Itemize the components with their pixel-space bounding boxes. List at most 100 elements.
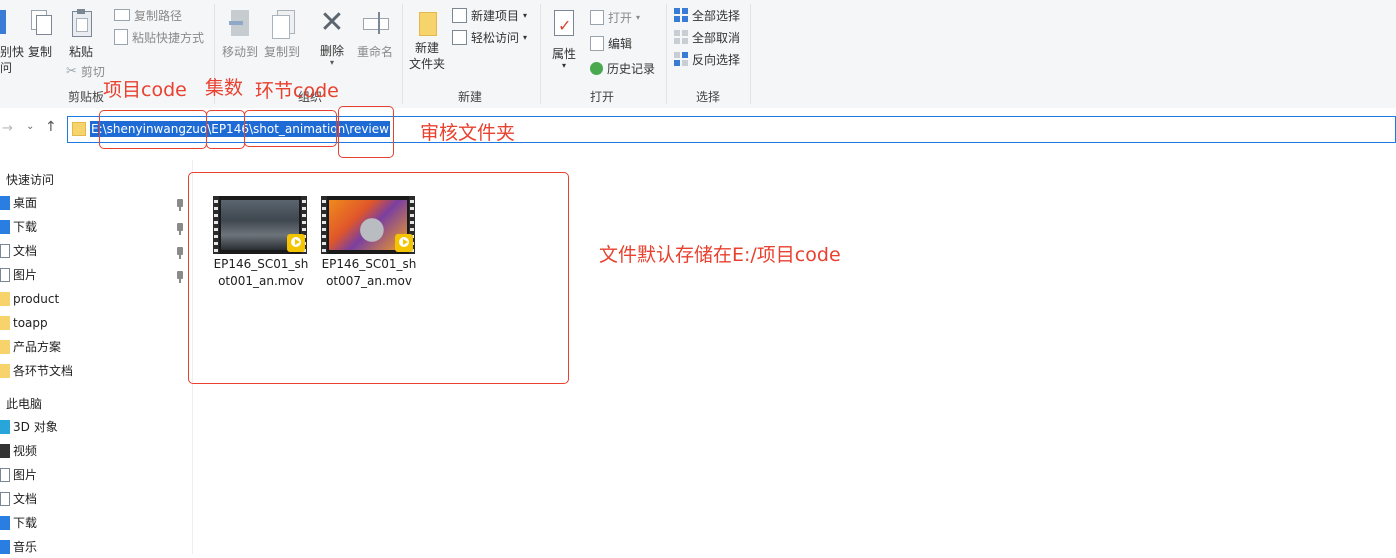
new-item-icon — [452, 7, 467, 23]
annotation-episode: 集数 — [205, 77, 244, 99]
select-group-label: 选择 — [695, 90, 720, 104]
new-item-button[interactable]: 新建项目 ▾ — [452, 5, 527, 25]
properties-check-icon: ✓ — [552, 8, 576, 38]
open-button[interactable]: 打开 ▾ — [590, 7, 640, 27]
copy-to-label: 复制到 — [263, 45, 300, 59]
history-icon — [590, 61, 603, 75]
nav-item-download[interactable]: 下载 — [0, 512, 37, 534]
folder-icon — [0, 340, 10, 354]
nav-item-1[interactable]: 下载 — [0, 216, 37, 238]
chevron-down-icon: ▾ — [636, 12, 641, 22]
group-divider — [750, 4, 751, 104]
nav-item-label: product — [13, 292, 60, 306]
nav-item-6[interactable]: 产品方案 — [0, 336, 61, 358]
cut-button[interactable]: ✂ 剪切 — [66, 61, 105, 81]
annotation-box-project — [99, 110, 207, 149]
group-divider — [540, 4, 541, 104]
pin-icon[interactable] — [177, 247, 183, 259]
nav-item-video[interactable]: 视频 — [0, 440, 37, 462]
history-label: 历史记录 — [607, 61, 656, 76]
invert-selection-icon — [674, 52, 688, 66]
copy-to-button[interactable]: 复制到 — [262, 8, 302, 60]
edit-icon — [590, 35, 604, 51]
easy-access-button[interactable]: 轻松访问 ▾ — [452, 27, 527, 47]
nav-quick-access[interactable]: 快速访问 — [6, 169, 54, 191]
pin-icon[interactable] — [177, 199, 183, 211]
nav-item-label: 图片 — [13, 268, 38, 282]
delete-x-icon: ✕ — [319, 5, 345, 40]
invert-selection-label: 反向选择 — [692, 52, 741, 67]
folder-icon — [0, 316, 10, 330]
annotation-default-storage: 文件默认存储在E:/项目code — [599, 244, 841, 266]
nav-item-label: 文档 — [13, 244, 38, 258]
desktop-icon — [0, 196, 10, 210]
up-arrow-icon[interactable]: ↑ — [45, 119, 57, 135]
nav-item-music[interactable]: 音乐 — [0, 536, 37, 558]
shortcut-icon — [114, 29, 128, 45]
paste-button[interactable]: 粘贴 — [66, 8, 96, 60]
recent-locations-chevron-icon[interactable]: ⌄ — [26, 121, 34, 132]
chevron-down-icon: ▾ — [561, 61, 566, 70]
edit-button[interactable]: 编辑 — [590, 33, 632, 53]
open-icon — [590, 9, 604, 25]
rename-button[interactable]: 重命名 — [354, 8, 396, 60]
delete-label: 删除 — [319, 44, 344, 58]
nav-item-3[interactable]: 图片 — [0, 264, 37, 286]
forward-arrow-icon[interactable]: → — [2, 121, 13, 136]
chevron-down-icon: ▾ — [523, 10, 528, 20]
annotation-box-episode — [206, 110, 245, 149]
pin-icon[interactable] — [177, 271, 183, 283]
annotation-box-stage — [244, 110, 337, 147]
copy-button[interactable]: 复制 — [26, 8, 54, 60]
nav-item-label: 产品方案 — [13, 340, 62, 354]
move-to-label: 移动到 — [221, 45, 258, 59]
paste-shortcut-label: 粘贴快捷方式 — [132, 30, 205, 45]
pin-quick-access-button[interactable]: 别快 问 — [0, 44, 24, 76]
edit-label: 编辑 — [608, 36, 633, 51]
nav-item-4[interactable]: product — [0, 288, 59, 310]
picture-icon — [0, 268, 10, 282]
pin-label: 别快 — [0, 45, 25, 59]
chevron-down-icon: ▾ — [523, 32, 528, 42]
select-all-button[interactable]: 全部选择 — [674, 5, 740, 25]
nav-item-document[interactable]: 文档 — [0, 488, 37, 510]
annotation-box-files — [188, 172, 569, 384]
select-none-button[interactable]: 全部取消 — [674, 27, 740, 47]
delete-button[interactable]: ✕ 删除 ▾ — [314, 8, 350, 67]
this-pc-label: 此电脑 — [6, 397, 43, 411]
nav-this-pc[interactable]: 此电脑 — [6, 393, 42, 415]
nav-item-picture[interactable]: 图片 — [0, 464, 37, 486]
nav-item-7[interactable]: 各环节文档 — [0, 360, 73, 382]
nav-item-0[interactable]: 桌面 — [0, 192, 37, 214]
folder-icon — [72, 122, 86, 136]
copy-icon — [29, 8, 52, 36]
select-all-icon — [674, 8, 688, 22]
annotation-box-review — [338, 106, 394, 158]
document-icon — [0, 492, 10, 506]
nav-item-3d-objects[interactable]: 3D 对象 — [0, 416, 58, 438]
nav-item-5[interactable]: toapp — [0, 312, 48, 334]
rename-label: 重命名 — [356, 45, 393, 59]
move-to-button[interactable]: 移动到 — [220, 8, 260, 60]
rename-icon — [361, 8, 389, 38]
copy-to-icon — [269, 8, 295, 39]
annotation-project-code: 项目code — [103, 79, 187, 101]
new-folder-label-2: 文件夹 — [408, 57, 445, 71]
copy-path-button[interactable]: 复制路径 — [114, 5, 182, 25]
video-icon — [0, 444, 10, 458]
nav-item-label: 3D 对象 — [13, 420, 58, 434]
folder-icon — [0, 364, 10, 378]
paste-shortcut-button[interactable]: 粘贴快捷方式 — [114, 27, 204, 47]
invert-selection-button[interactable]: 反向选择 — [674, 49, 740, 69]
history-button[interactable]: 历史记录 — [590, 58, 655, 78]
download-icon — [0, 516, 10, 530]
nav-item-2[interactable]: 文档 — [0, 240, 37, 262]
pin-icon[interactable] — [177, 223, 183, 235]
open-label: 打开 — [608, 10, 633, 25]
new-folder-label: 新建 — [414, 41, 439, 55]
new-item-label: 新建项目 — [471, 8, 520, 23]
pin-icon — [0, 10, 6, 34]
properties-button[interactable]: ✓ 属性 ▾ — [548, 8, 580, 70]
properties-label: 属性 — [551, 47, 576, 61]
new-folder-button[interactable]: 新建 文件夹 — [406, 8, 448, 72]
